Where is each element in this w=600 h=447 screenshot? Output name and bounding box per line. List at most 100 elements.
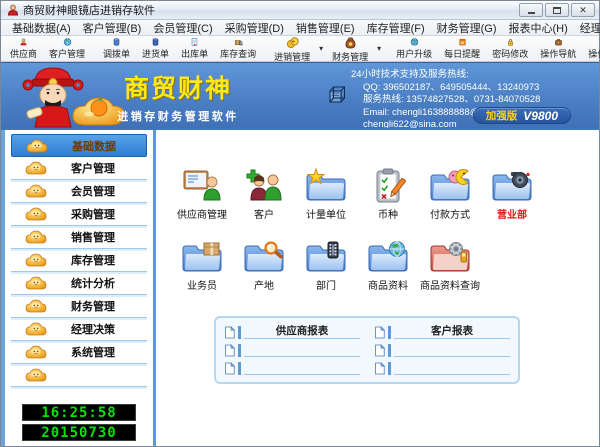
version-label: V9800 <box>523 109 558 123</box>
sidebar-item-manager[interactable]: 经理决策 <box>11 318 147 341</box>
icon-department[interactable]: 部门 <box>296 239 356 292</box>
icon-supplier-management[interactable]: 供应商管理 <box>172 168 232 221</box>
icon-business-dept[interactable]: 营业部 <box>482 168 542 221</box>
stock-search-icon <box>232 38 245 46</box>
icon-salesperson[interactable]: 业务员 <box>172 239 232 292</box>
toolbar-operation-log-button[interactable]: 操作日志 <box>582 36 600 61</box>
icon-row-2: 业务员 产地 <box>156 239 599 292</box>
sidebar-item-inventory[interactable]: 库存管理 <box>11 249 147 272</box>
toolbar-daily-reminder-button[interactable]: 每日提醒 <box>438 36 486 61</box>
toolbar-supplier-button[interactable]: 供应商 <box>4 36 43 61</box>
toolbar: 供应商 客户管理 调拨单 进货单 <box>1 36 599 62</box>
customer-report-row-empty[interactable] <box>374 360 510 375</box>
daily-reminder-icon <box>456 38 469 46</box>
menu-customer[interactable]: 客户管理(B) <box>78 20 147 36</box>
toolbar-password-button[interactable]: 密码修改 <box>486 36 534 61</box>
sidebar-item-statistics[interactable]: 统计分析 <box>11 272 147 295</box>
supplier-report-row-empty[interactable] <box>224 342 360 357</box>
app-icon <box>7 4 19 16</box>
icon-customers[interactable]: 客户 <box>234 168 294 221</box>
content-area: 基础数据 客户管理 会员管理 采购管理 销售管理 库存管理 <box>1 128 599 446</box>
sidebar-item-label: 销售管理 <box>71 229 115 245</box>
sidebar-item-customer[interactable]: 客户管理 <box>11 157 147 180</box>
titlebar: 商贸财神眼镜店进销存软件 ✕ <box>1 1 599 20</box>
transfer-doc-icon <box>110 38 123 46</box>
customer-report-link[interactable]: 客户报表 <box>374 324 510 339</box>
report-title: 供应商报表 <box>244 324 360 339</box>
icon-measure-units[interactable]: 计量单位 <box>296 168 356 221</box>
sidebar-item-sales[interactable]: 销售管理 <box>11 226 147 249</box>
icon-label: 计量单位 <box>306 206 346 221</box>
icon-origin[interactable]: 产地 <box>234 239 294 292</box>
icon-label: 商品资料查询 <box>420 277 480 292</box>
toolbar-transfer-button[interactable]: 调拨单 <box>97 36 136 61</box>
icon-label: 付款方式 <box>430 206 470 221</box>
document-icon <box>224 326 235 339</box>
close-icon: ✕ <box>579 6 587 15</box>
gold-ingot-icon <box>25 299 47 313</box>
toolbar-operation-nav-button[interactable]: 操作导航 <box>534 36 582 61</box>
brand-title: 商贸财神 <box>113 69 243 105</box>
purchase-doc-icon <box>149 38 162 46</box>
menu-manager[interactable]: 经理决策(I) <box>575 20 600 36</box>
icon-payment-method[interactable]: 付款方式 <box>420 168 480 221</box>
sidebar-item-system[interactable]: 系统管理 <box>11 341 147 364</box>
support-qq: QQ: 396502187、649505444、13240973 <box>351 82 599 95</box>
menu-reports[interactable]: 报表中心(H) <box>504 20 573 36</box>
sidebar-item-purchase[interactable]: 采购管理 <box>11 203 147 226</box>
clock-area: 16:25:58 20150730 <box>5 400 153 446</box>
department-folder-film-icon <box>304 239 348 275</box>
sidebar-item-finance[interactable]: 财务管理 <box>11 295 147 318</box>
sidebar-item-blank[interactable] <box>11 364 147 387</box>
dropdown-arrow-icon[interactable]: ▾ <box>374 44 384 53</box>
minimize-button[interactable] <box>519 3 543 17</box>
sidebar-item-label: 基础数据 <box>72 138 116 154</box>
window-controls: ✕ <box>519 3 595 17</box>
toolbar-label: 密码修改 <box>492 47 528 60</box>
toolbar-purchase-button[interactable]: 进货单 <box>136 36 175 61</box>
icon-product-data[interactable]: 商品资料 <box>358 239 418 292</box>
toolbar-customer-button[interactable]: 客户管理 <box>43 36 91 61</box>
sidebar-item-label: 采购管理 <box>71 206 115 222</box>
window-title: 商贸财神眼镜店进销存软件 <box>23 2 519 18</box>
toolbar-user-upgrade-button[interactable]: 用户升级 <box>390 36 438 61</box>
icon-currency[interactable]: 币种 <box>358 168 418 221</box>
toolbar-label: 用户升级 <box>396 47 432 60</box>
toolbar-outbound-button[interactable]: 出库单 <box>175 36 214 61</box>
sidebar-item-member[interactable]: 会员管理 <box>11 180 147 203</box>
product-folder-globe-icon <box>366 239 410 275</box>
toolbar-label: 操作导航 <box>540 47 576 60</box>
toolbar-trade-manage-button[interactable]: 进销管理 <box>268 34 316 64</box>
sidebar-item-basic-data[interactable]: 基础数据 <box>11 134 147 157</box>
toolbar-label: 进销管理 <box>274 50 310 63</box>
clock-date-display: 20150730 <box>22 424 136 441</box>
icon-label: 币种 <box>378 206 398 221</box>
icon-label: 营业部 <box>497 206 527 221</box>
icon-product-query[interactable]: 商品资料查询 <box>420 239 480 292</box>
toolbar-finance-manage-button[interactable]: 财务管理 <box>326 34 374 64</box>
row-accent-bar <box>388 344 391 357</box>
brand-subtitle: 进销存财务管理软件 <box>113 108 243 124</box>
menu-basic-data[interactable]: 基础数据(A) <box>7 20 76 36</box>
supplier-report-column: 供应商报表 <box>224 324 360 375</box>
dropdown-arrow-icon[interactable]: ▾ <box>316 44 326 53</box>
row-accent-bar <box>388 326 391 339</box>
gold-ingot-icon <box>25 230 47 244</box>
toolbar-label: 每日提醒 <box>444 47 480 60</box>
close-button[interactable]: ✕ <box>571 3 595 17</box>
toolbar-stock-query-button[interactable]: 库存查询 <box>214 36 262 61</box>
gold-ingot-icon <box>25 253 47 267</box>
supplier-report-row-empty[interactable] <box>224 360 360 375</box>
customer-report-row-empty[interactable] <box>374 342 510 357</box>
supplier-report-link[interactable]: 供应商报表 <box>224 324 360 339</box>
toolbar-label: 操作日志 <box>588 47 600 60</box>
password-lock-icon <box>504 38 517 46</box>
menu-finance[interactable]: 财务管理(G) <box>432 20 502 36</box>
icon-label: 产地 <box>254 277 274 292</box>
gold-ingot-icon <box>25 322 47 336</box>
row-accent-bar <box>238 362 241 375</box>
document-icon <box>374 326 385 339</box>
menu-member[interactable]: 会员管理(C) <box>148 20 217 36</box>
gold-ingot-icon <box>25 161 47 175</box>
maximize-button[interactable] <box>545 3 569 17</box>
